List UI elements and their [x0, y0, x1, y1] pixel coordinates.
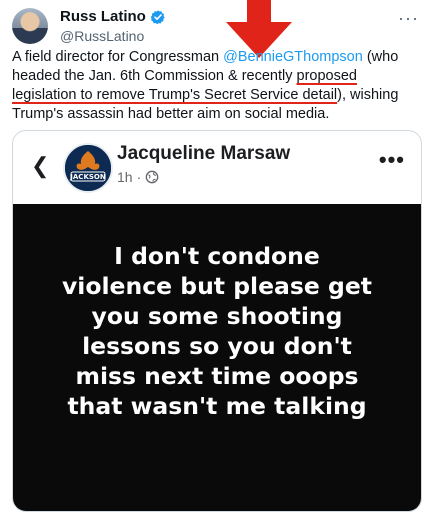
tweet-text-part: A field director for Congressman	[12, 49, 224, 65]
author-name[interactable]: Russ Latino	[60, 8, 146, 25]
embedded-screenshot-card[interactable]: ❮ JACKSON Jacqueline Marsaw 1h · ••• I d…	[12, 130, 422, 512]
tweet-header: Russ Latino @RussLatino ···	[12, 6, 419, 46]
post-author-name[interactable]: Jacqueline Marsaw	[117, 143, 290, 165]
post-author-avatar[interactable]: JACKSON	[63, 143, 113, 193]
globe-icon	[145, 170, 159, 184]
chevron-left-icon[interactable]: ❮	[31, 153, 49, 179]
author-handle[interactable]: @RussLatino	[60, 28, 144, 44]
more-horizontal-icon[interactable]: •••	[379, 147, 405, 173]
post-time[interactable]: 1h	[117, 169, 133, 185]
author-name-row: Russ Latino	[60, 8, 166, 25]
avatar-logo-text: JACKSON	[69, 173, 106, 181]
jackson-logo-icon: JACKSON	[65, 145, 111, 191]
meta-dot: ·	[136, 169, 142, 185]
more-horizontal-icon[interactable]: ···	[398, 8, 419, 29]
post-meta: 1h ·	[117, 169, 159, 185]
post-image: I don't condone violence but please get …	[13, 204, 421, 511]
tweet-text: A field director for Congressman @Bennie…	[12, 48, 420, 124]
mention-link[interactable]: @BennieGThompson	[223, 49, 363, 65]
post-text: I don't condone violence but please get …	[61, 242, 373, 420]
verified-badge-icon	[150, 9, 165, 24]
author-avatar[interactable]	[12, 8, 48, 44]
